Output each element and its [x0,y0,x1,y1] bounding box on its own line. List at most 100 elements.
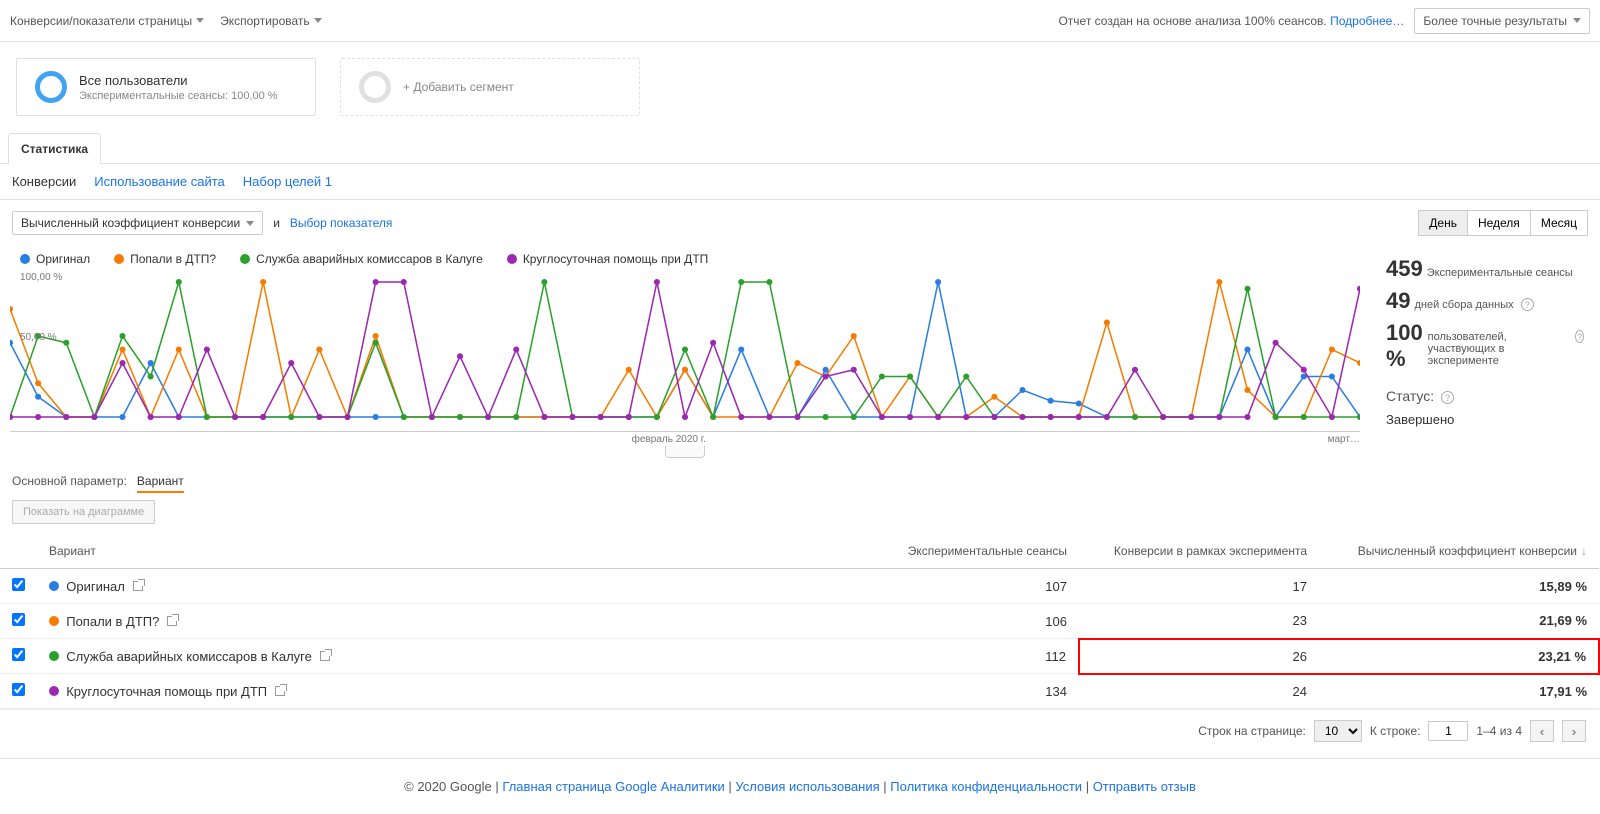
conversions-dropdown-label: Конверсии/показатели страницы [10,14,192,28]
open-external-icon[interactable] [133,581,143,591]
rows-per-page-label: Строк на странице: [1198,724,1306,738]
subtab-conversions[interactable]: Конверсии [12,174,76,189]
primary-metric-label: Вычисленный коэффициент конверсии [21,216,240,230]
period-day-button[interactable]: День [1418,210,1468,236]
row-checkbox[interactable] [12,613,25,626]
caret-down-icon [196,18,204,23]
row-checkbox-cell [0,639,37,674]
summary-stat-value: 459 [1386,256,1423,282]
subtab-site-usage[interactable]: Использование сайта [94,174,225,189]
conversions-dropdown[interactable]: Конверсии/показатели страницы [10,14,204,28]
col-variant[interactable]: Вариант [37,534,859,569]
segment-circle-icon [35,71,67,103]
chart-expander-handle[interactable] [665,446,705,458]
rows-per-page-select[interactable]: 10 [1314,720,1362,742]
tab-statistics[interactable]: Статистика [8,133,101,164]
status-value: Завершено [1386,412,1584,427]
caret-down-icon [246,221,254,226]
variant-name: Служба аварийных комиссаров в Калуге [66,649,312,664]
summary-stat-label: дней сбора данных [1414,299,1513,311]
conversions-cell: 23 [1079,604,1319,639]
variant-cell: Оригинал [37,569,859,604]
caret-down-icon [1573,18,1581,23]
row-range-label: 1–4 из 4 [1476,724,1522,738]
report-sampling-note: Отчет создан на основе анализа 100% сеан… [1058,14,1404,28]
table-row: Оригинал1071715,89 % [0,569,1599,604]
primary-dimension-value[interactable]: Вариант [137,474,184,493]
variant-cell: Служба аварийных комиссаров в Калуге [37,639,859,674]
primary-metric-selector[interactable]: Вычисленный коэффициент конверсии [12,211,263,235]
variant-cell: Круглосуточная помощь при ДТП [37,674,859,709]
next-page-button[interactable]: › [1562,720,1586,742]
row-checkbox[interactable] [12,578,25,591]
and-label: и [273,216,280,230]
chart-container: 100,00 % 50,00 % [10,272,1360,432]
results-precision-selector[interactable]: Более точные результаты [1414,8,1590,34]
page-footer: © 2020 Google | Главная страница Google … [0,758,1600,814]
legend-dot-icon [240,254,250,264]
segment-circle-icon [359,71,391,103]
conv-rate-cell: 21,69 % [1319,604,1599,639]
variant-name: Попали в ДТП? [66,614,159,629]
report-note-text: Отчет создан на основе анализа 100% сеан… [1058,14,1330,28]
legend-item[interactable]: Круглосуточная помощь при ДТП [507,252,708,266]
chart-area: Оригинал Попали в ДТП? Служба аварийных ко… [0,246,1370,458]
legend-item[interactable]: Попали в ДТП? [114,252,216,266]
summary-stat: 49 дней сбора данных? [1386,288,1584,314]
y-tick-100: 100,00 % [20,272,62,283]
legend-item[interactable]: Служба аварийных комиссаров в Калуге [240,252,483,266]
primary-dimension-label: Основной параметр: [12,474,127,488]
period-month-button[interactable]: Месяц [1530,210,1588,236]
caret-down-icon [314,18,322,23]
row-checkbox[interactable] [12,648,25,661]
summary-stat-value: 49 [1386,288,1410,314]
period-week-button[interactable]: Неделя [1467,210,1531,236]
chart-summary-wrap: Оригинал Попали в ДТП? Служба аварийных ко… [0,246,1600,458]
plot-rows-button: Показать на диаграмме [12,500,155,524]
toolbar-left: Конверсии/показатели страницы Экспортиро… [10,14,322,28]
metric-left: Вычисленный коэффициент конверсии и Выбо… [12,211,392,235]
row-checkbox[interactable] [12,683,25,696]
summary-stat: 100 %пользователей, участвующих в экспер… [1386,320,1584,372]
metric-selector-row: Вычисленный коэффициент конверсии и Выбо… [0,200,1600,246]
help-icon[interactable]: ? [1441,391,1454,404]
chart-legend: Оригинал Попали в ДТП? Служба аварийных ко… [10,246,1360,272]
summary-stat-label: Экспериментальные сеансы [1427,267,1573,279]
y-tick-50: 50,00 % [20,332,57,343]
segment-subtitle: Экспериментальные сеансы: 100,00 % [79,90,278,102]
prev-page-button[interactable]: ‹ [1530,720,1554,742]
row-checkbox-cell [0,674,37,709]
open-external-icon[interactable] [275,686,285,696]
table-row: Круглосуточная помощь при ДТП1342417,91 … [0,674,1599,709]
legend-item[interactable]: Оригинал [20,252,90,266]
col-sessions[interactable]: Экспериментальные сеансы [859,534,1079,569]
export-dropdown[interactable]: Экспортировать [220,14,322,28]
legend-label: Круглосуточная помощь при ДТП [523,252,708,266]
sort-desc-icon: ↓ [1581,544,1587,558]
col-conversions[interactable]: Конверсии в рамках эксперимента [1079,534,1319,569]
choose-metric-link[interactable]: Выбор показателя [290,216,392,230]
sessions-cell: 112 [859,639,1079,674]
legend-label: Попали в ДТП? [130,252,216,266]
add-segment-label: + Добавить сегмент [403,80,514,94]
segment-all-users[interactable]: Все пользователи Экспериментальные сеанс… [16,58,316,116]
help-icon[interactable]: ? [1575,330,1584,343]
legend-dot-icon [20,254,30,264]
segment-title: Все пользователи [79,73,278,88]
report-note-link[interactable]: Подробнее… [1330,14,1404,28]
row-checkbox-cell [0,604,37,639]
col-conv-rate[interactable]: Вычисленный коэффициент конверсии↓ [1319,534,1599,569]
help-icon[interactable]: ? [1521,298,1534,311]
sessions-cell: 107 [859,569,1079,604]
subtab-goal-set-1[interactable]: Набор целей 1 [243,174,332,189]
main-tabs: Статистика [0,132,1600,164]
line-chart-svg [10,272,1360,422]
variant-dot-icon [49,686,59,696]
goto-row-input[interactable] [1428,721,1468,741]
add-segment-button[interactable]: + Добавить сегмент [340,58,640,116]
open-external-icon[interactable] [167,616,177,626]
legend-label: Оригинал [36,252,90,266]
open-external-icon[interactable] [320,651,330,661]
sub-tabs: Конверсии Использование сайта Набор целе… [0,164,1600,200]
conv-rate-cell: 15,89 % [1319,569,1599,604]
